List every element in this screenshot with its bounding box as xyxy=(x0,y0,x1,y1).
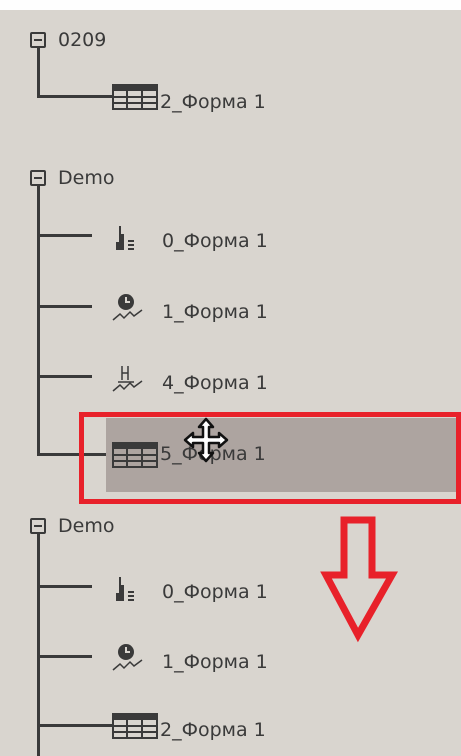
tree-connector xyxy=(37,532,40,756)
tree-group-label[interactable]: Demo xyxy=(58,166,114,190)
tree-connector xyxy=(37,45,40,98)
tree-connector xyxy=(37,234,92,237)
line-chart-icon xyxy=(112,366,143,392)
tree-connector xyxy=(37,655,92,658)
arrow-down-icon xyxy=(320,516,399,643)
bar-chart-icon xyxy=(116,226,134,250)
tree-connector xyxy=(37,375,92,378)
tree-connector xyxy=(37,184,40,456)
table-icon xyxy=(112,84,158,110)
tree-connector xyxy=(37,305,92,308)
tree-connector xyxy=(37,585,92,588)
collapse-toggle-demo-2[interactable] xyxy=(30,518,46,534)
tree-item-label[interactable]: 1_Форма 1 xyxy=(162,300,268,324)
tree-panel: 0209 2_Форма 1 Demo 0_Форма 1 1_Форма 1 xyxy=(0,10,461,756)
tree-group-label[interactable]: 0209 xyxy=(58,28,106,52)
tree-item-label[interactable]: 0_Форма 1 xyxy=(162,580,268,604)
tree-connector xyxy=(37,95,112,98)
tree-connector xyxy=(37,724,112,727)
selection-highlight-box xyxy=(79,412,461,504)
table-icon xyxy=(112,713,158,739)
collapse-toggle-0209[interactable] xyxy=(30,32,46,48)
tree-item-label[interactable]: 1_Форма 1 xyxy=(162,650,268,674)
tree-item-label[interactable]: 0_Форма 1 xyxy=(162,229,268,253)
clock-chart-icon xyxy=(112,644,143,671)
tree-group-label[interactable]: Demo xyxy=(58,514,114,538)
tree-item-label[interactable]: 4_Форма 1 xyxy=(162,371,268,395)
bar-chart-icon xyxy=(116,577,134,601)
tree-item-label[interactable]: 2_Форма 1 xyxy=(160,90,266,114)
clock-chart-icon xyxy=(112,294,143,321)
collapse-toggle-demo[interactable] xyxy=(30,170,46,186)
tree-item-label[interactable]: 2_Форма 1 xyxy=(160,718,266,742)
